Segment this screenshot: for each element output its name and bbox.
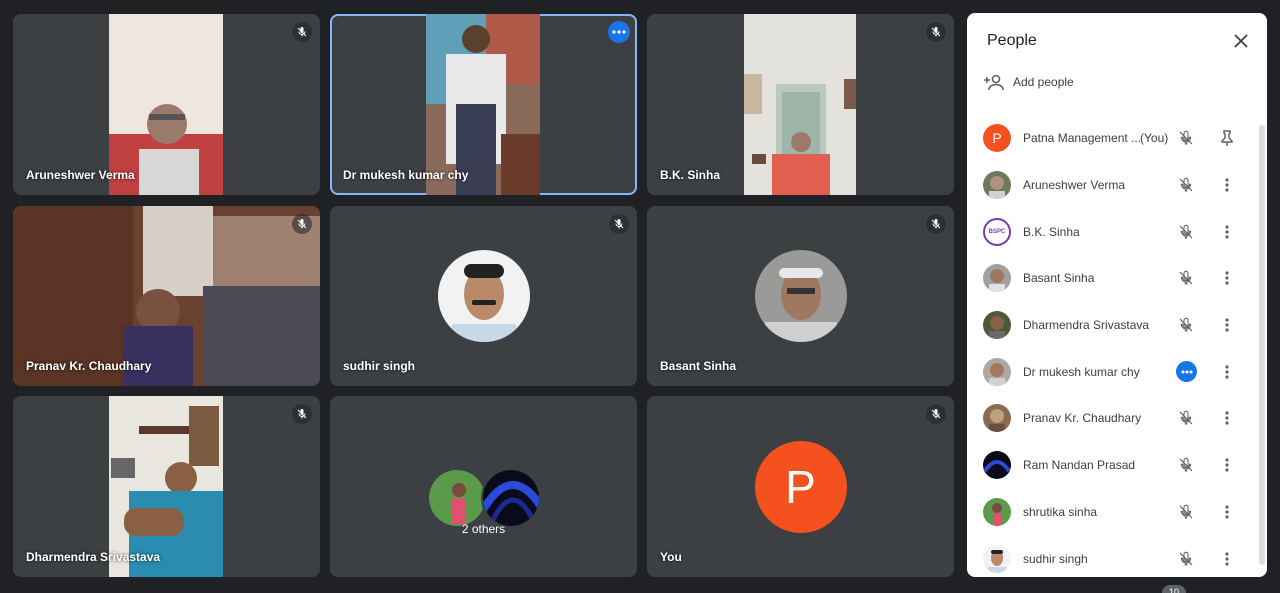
participant-name: Dr mukesh kumar chy: [343, 168, 469, 182]
participant-name: Pranav Kr. Chaudhary: [26, 359, 152, 373]
you-label: (You): [1140, 131, 1169, 146]
avatar-badge-text: BSPC: [988, 228, 1006, 235]
others-count-label: 2 others: [461, 522, 506, 536]
participant-avatar: [983, 171, 1011, 200]
participant-name: Basant Sinha: [660, 359, 737, 373]
participant-name: Aruneshwer Verma: [26, 168, 135, 182]
video-tile-sudhir[interactable]: sudhir singh: [330, 206, 637, 386]
participant-name: Dharmendra Srivastava: [1023, 318, 1150, 333]
participants-list: P Patna Management ... (You) Aruneshwer …: [967, 115, 1259, 577]
participant-avatar: [983, 264, 1011, 293]
participant-avatar: [754, 250, 847, 342]
participant-name: Aruneshwer Verma: [1023, 178, 1126, 193]
video-tile-pranav[interactable]: Pranav Kr. Chaudhary: [13, 206, 320, 386]
participant-row[interactable]: shrutika sinha: [967, 489, 1259, 536]
participant-name: Pranav Kr. Chaudhary: [1023, 411, 1142, 426]
participant-row[interactable]: Ram Nandan Prasad: [967, 442, 1259, 489]
other-avatar: [426, 468, 487, 528]
participant-avatar: [437, 250, 530, 342]
participant-avatar: P: [983, 124, 1011, 153]
video-tile-bk-sinha[interactable]: B.K. Sinha: [647, 14, 954, 195]
mic-off-icon: [1175, 407, 1197, 429]
more-options-icon[interactable]: [1217, 407, 1237, 429]
other-avatar: [480, 468, 541, 528]
participant-row[interactable]: sudhir singh: [967, 535, 1259, 577]
more-options-icon[interactable]: [1217, 501, 1237, 523]
participant-count-badge: 10: [1162, 585, 1186, 593]
participant-row[interactable]: Aruneshwer Verma: [967, 162, 1259, 209]
video-tile-aruneshwer[interactable]: Aruneshwer Verma: [13, 14, 320, 195]
participant-avatar: [983, 544, 1011, 573]
participant-avatar: BSPC: [983, 217, 1011, 246]
add-person-icon: [984, 74, 1004, 91]
participant-avatar: [983, 451, 1011, 480]
participant-row[interactable]: Dharmendra Srivastava: [967, 302, 1259, 349]
panel-scrollbar[interactable]: [1259, 125, 1265, 565]
video-tile-mukesh[interactable]: Dr mukesh kumar chy: [330, 14, 637, 195]
participant-name: shrutika sinha: [1023, 504, 1098, 519]
participant-avatar: [983, 311, 1011, 340]
participant-avatar: [983, 497, 1011, 526]
participant-name: Dharmendra Srivastava: [26, 550, 161, 564]
mic-off-icon: [1175, 501, 1197, 523]
mic-off-icon: [926, 214, 946, 234]
more-options-icon[interactable]: [1217, 361, 1237, 383]
add-people-button[interactable]: Add people: [983, 73, 1074, 91]
panel-title: People: [987, 32, 1037, 49]
mic-off-icon: [609, 214, 629, 234]
self-avatar: P: [754, 440, 847, 533]
add-people-label: Add people: [1013, 75, 1074, 89]
more-options-icon[interactable]: [1217, 314, 1237, 336]
participant-row[interactable]: Dr mukesh kumar chy: [967, 348, 1259, 395]
participant-row[interactable]: Basant Sinha: [967, 255, 1259, 302]
video-tile-you[interactable]: P You: [647, 396, 954, 577]
mic-off-icon: [1175, 267, 1197, 289]
participant-row[interactable]: BSPC B.K. Sinha: [967, 208, 1259, 255]
mic-off-icon: [1175, 454, 1197, 476]
mic-off-icon: [926, 404, 946, 424]
more-options-icon[interactable]: [1217, 267, 1237, 289]
mic-off-icon: [1175, 314, 1197, 336]
participant-name: sudhir singh: [1023, 551, 1088, 566]
mic-off-icon: [1175, 548, 1197, 570]
participant-name: sudhir singh: [343, 359, 415, 373]
participant-name: Ram Nandan Prasad: [1023, 458, 1136, 473]
more-options-icon[interactable]: [608, 21, 630, 43]
more-options-icon[interactable]: [1217, 454, 1237, 476]
mic-off-icon: [1175, 174, 1197, 196]
close-icon: [1234, 34, 1248, 48]
participant-name: B.K. Sinha: [660, 168, 721, 182]
participant-row[interactable]: P Patna Management ... (You): [967, 115, 1259, 162]
more-options-icon[interactable]: [1217, 548, 1237, 570]
mic-off-icon: [292, 214, 312, 234]
mic-off-icon: [292, 404, 312, 424]
close-panel-button[interactable]: [1231, 31, 1251, 51]
more-options-icon[interactable]: [1217, 174, 1237, 196]
participant-name: Patna Management ...: [1023, 131, 1142, 146]
speaking-indicator-icon: [1176, 361, 1197, 383]
participant-name: You: [660, 550, 682, 564]
mic-off-icon: [926, 22, 946, 42]
participant-row[interactable]: Pranav Kr. Chaudhary: [967, 395, 1259, 442]
more-options-icon[interactable]: [1217, 221, 1237, 243]
people-panel: People Add people P Patna Management ...…: [967, 13, 1267, 577]
pin-icon[interactable]: [1217, 127, 1237, 149]
others-avatars: [426, 468, 541, 528]
others-tile[interactable]: 2 others: [330, 396, 637, 577]
mic-off-icon: [292, 22, 312, 42]
participant-name: B.K. Sinha: [1023, 224, 1080, 239]
participant-name: Dr mukesh kumar chy: [1023, 364, 1140, 379]
participant-avatar: [983, 404, 1011, 433]
participant-video: [744, 14, 856, 195]
video-tile-dharmendra[interactable]: Dharmendra Srivastava: [13, 396, 320, 577]
participant-name: Basant Sinha: [1023, 271, 1095, 286]
video-tile-basant[interactable]: Basant Sinha: [647, 206, 954, 386]
mic-off-icon: [1175, 127, 1197, 149]
participant-avatar: [983, 357, 1011, 386]
mic-off-icon: [1175, 221, 1197, 243]
meet-stage: Aruneshwer Verma Dr mukesh kumar chy B.K…: [0, 0, 1280, 593]
